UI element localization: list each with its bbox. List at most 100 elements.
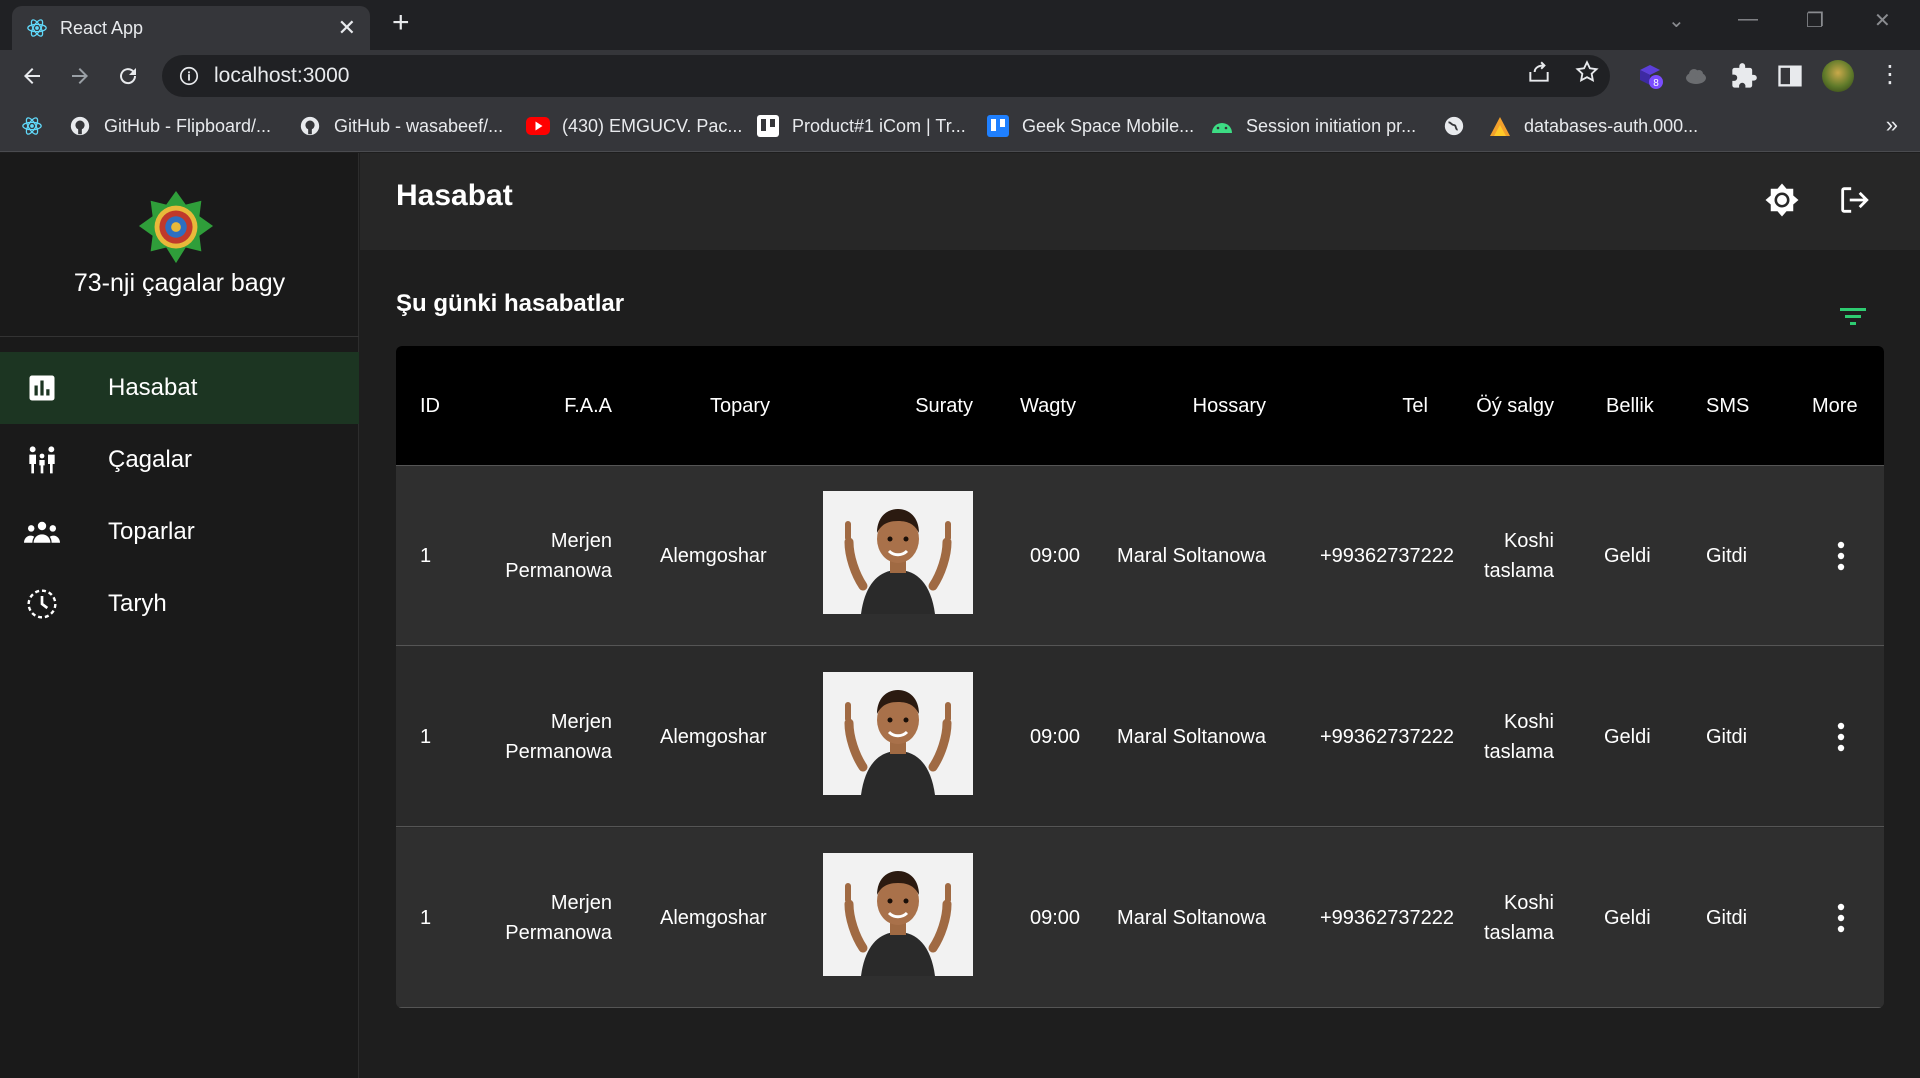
cell-guardian: Maral Soltanowa: [1117, 907, 1266, 929]
brightness-icon[interactable]: [1763, 181, 1801, 219]
column-header-note[interactable]: Bellik: [1606, 346, 1654, 466]
bookmark-label: (430) EMGUCV. Pac...: [562, 115, 743, 136]
browser-tabstrip: React App ✕ + ⌄ — ❐ ✕: [0, 0, 1920, 50]
cell-sms: Gitdi: [1706, 907, 1748, 929]
sidebar-nav: Hasabat Çagalar Toparlar Taryh: [0, 352, 359, 640]
bookmarks-bar: GitHub - Flipboard/... GitHub - wasabeef…: [0, 102, 1920, 152]
more-vertical-icon[interactable]: [1836, 540, 1846, 572]
bookmark-item[interactable]: Product#1 iCom | Tr...: [756, 114, 966, 138]
bookmark-item[interactable]: databases-auth.000...: [1488, 114, 1698, 138]
cell-address: Koshi taslama: [1483, 711, 1554, 763]
cell-phone[interactable]: +99362737222: [1320, 828, 1454, 1008]
column-header-address[interactable]: Öý salgy: [1476, 346, 1554, 466]
address-bar[interactable]: localhost:3000: [162, 55, 1610, 97]
puzzle-icon[interactable]: [1730, 62, 1758, 90]
more-vertical-icon[interactable]: [1836, 902, 1846, 934]
minimize-button[interactable]: —: [1738, 8, 1758, 31]
browser-menu-icon[interactable]: ⋮: [1878, 60, 1902, 89]
share-icon[interactable]: [1526, 59, 1552, 85]
column-header-sms[interactable]: SMS: [1706, 346, 1749, 466]
bookmark-item[interactable]: GitHub - Flipboard/...: [68, 114, 271, 138]
cell-note: Geldi: [1604, 545, 1651, 567]
cell-guardian: Maral Soltanowa: [1117, 545, 1266, 567]
cell-name: Merjen Permanowa: [505, 530, 612, 582]
table-row[interactable]: 1 Merjen Permanowa Alemgoshar 09:00 Mara…: [396, 466, 1884, 646]
restore-button[interactable]: ❐: [1806, 8, 1824, 33]
child-photo: [823, 853, 973, 976]
extension-badge-icon[interactable]: 8: [1636, 62, 1664, 90]
cell-guardian: Maral Soltanowa: [1117, 726, 1266, 748]
new-tab-button[interactable]: +: [392, 8, 410, 38]
cell-time: 09:00: [1030, 545, 1081, 567]
bookmark-label: databases-auth.000...: [1524, 115, 1699, 136]
column-header-id[interactable]: ID: [420, 346, 440, 466]
bookmarks-overflow-button[interactable]: »: [1886, 112, 1898, 138]
cell-note: Geldi: [1604, 726, 1651, 748]
page-title: Hasabat: [396, 179, 513, 212]
table-row[interactable]: 1 Merjen Permanowa Alemgoshar 09:00 Mara…: [396, 647, 1884, 827]
column-header-photo[interactable]: Suraty: [866, 346, 973, 466]
history-icon: [24, 586, 60, 622]
logout-icon[interactable]: [1835, 181, 1873, 219]
close-tab-icon[interactable]: ✕: [338, 17, 356, 39]
cell-phone[interactable]: +99362737222: [1320, 647, 1454, 827]
arrow-right-icon: [72, 68, 88, 84]
cell-id: 1: [420, 726, 432, 748]
close-window-button[interactable]: ✕: [1874, 8, 1891, 33]
table-row[interactable]: 1 Merjen Permanowa Alemgoshar 09:00 Mara…: [396, 828, 1884, 1008]
cell-sms: Gitdi: [1706, 545, 1748, 567]
back-button[interactable]: [16, 60, 48, 92]
android-icon: [1210, 114, 1234, 138]
column-header-time[interactable]: Wagty: [1020, 346, 1076, 466]
info-icon[interactable]: [178, 65, 200, 87]
bookmark-item[interactable]: [20, 114, 56, 138]
sidebar-item-label: Çagalar: [108, 446, 193, 473]
bookmark-item[interactable]: Geek Space Mobile...: [986, 114, 1194, 138]
bookmark-item[interactable]: [1442, 114, 1478, 138]
react-icon: [20, 114, 44, 138]
url-text: localhost:3000: [214, 64, 350, 87]
forward-button[interactable]: [64, 60, 96, 92]
chart-icon: [24, 370, 60, 406]
sidebar-item-hasabat[interactable]: Hasabat: [0, 352, 359, 424]
cloud-extension-icon[interactable]: [1682, 62, 1710, 90]
sidebar-item-toparlar[interactable]: Toparlar: [0, 496, 359, 568]
cell-note: Geldi: [1604, 907, 1651, 929]
arrow-left-icon: [24, 68, 40, 84]
cell-phone[interactable]: +99362737222: [1320, 466, 1454, 646]
bookmark-item[interactable]: (430) EMGUCV. Pac...: [526, 114, 742, 138]
brand-block: 73-nji çagalar bagy: [0, 153, 359, 337]
cell-time: 09:00: [1030, 726, 1081, 748]
group-icon: [24, 514, 60, 550]
globe-icon: [1442, 114, 1466, 138]
main-content: Şu günki hasabatlar ID F.A.A Topary Sura…: [360, 250, 1920, 1078]
trello-blue-icon: [986, 114, 1010, 138]
column-header-group[interactable]: Topary: [710, 346, 770, 466]
column-header-guardian[interactable]: Hossary: [1116, 346, 1266, 466]
cell-group: Alemgoshar: [660, 726, 767, 748]
cell-id: 1: [420, 545, 432, 567]
column-header-more: More: [1812, 395, 1858, 417]
cell-time: 09:00: [1030, 907, 1081, 929]
trello-icon: [756, 114, 780, 138]
side-panel-icon[interactable]: [1776, 62, 1804, 90]
sidebar-item-taryh[interactable]: Taryh: [0, 568, 359, 640]
brand-name: 73-nji çagalar bagy: [73, 269, 286, 297]
bookmark-item[interactable]: GitHub - wasabeef/...: [298, 114, 503, 138]
sidebar-item-label: Toparlar: [108, 518, 195, 545]
bookmark-item[interactable]: Session initiation pr...: [1210, 114, 1416, 138]
star-icon[interactable]: [1574, 59, 1600, 85]
sidebar-item-label: Taryh: [108, 590, 167, 617]
tab-search-icon[interactable]: ⌄: [1668, 8, 1685, 33]
profile-avatar[interactable]: [1822, 60, 1854, 92]
reload-button[interactable]: [112, 60, 144, 92]
emblem-logo: [138, 190, 214, 264]
browser-tab[interactable]: React App ✕: [12, 6, 370, 50]
filter-icon[interactable]: [1838, 304, 1868, 328]
column-header-phone[interactable]: Tel: [1296, 346, 1428, 466]
cell-name: Merjen Permanowa: [505, 892, 612, 944]
tab-title: React App: [60, 17, 144, 38]
more-vertical-icon[interactable]: [1836, 721, 1846, 753]
column-header-name[interactable]: F.A.A: [476, 346, 612, 466]
sidebar-item-cagalar[interactable]: Çagalar: [0, 424, 359, 496]
